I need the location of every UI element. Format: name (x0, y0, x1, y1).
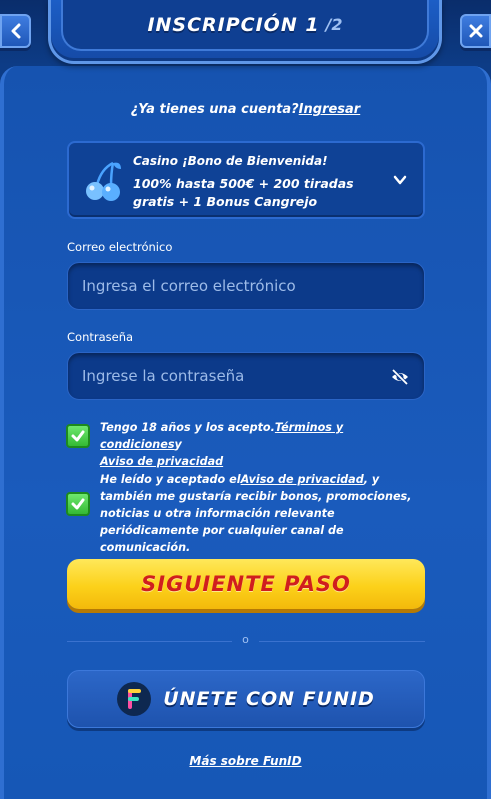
terms-privacy-link[interactable]: Aviso de privacidad (100, 455, 223, 468)
chevron-left-icon (11, 23, 20, 39)
password-label: Contraseña (67, 330, 134, 344)
login-prompt: ¿Ya tienes una cuenta?Ingresar (0, 102, 491, 117)
next-step-label: Siguiente paso (141, 572, 351, 596)
email-field-container (67, 262, 425, 310)
eye-off-icon[interactable] (390, 367, 410, 387)
funid-label: Únete con FunID (163, 688, 375, 710)
step-indicator: /2 (325, 15, 343, 34)
login-prompt-text: ¿Ya tienes una cuenta? (130, 102, 299, 117)
close-button[interactable] (460, 14, 491, 48)
title-plate: Inscripción 1 /2 (48, 0, 442, 64)
password-field[interactable] (82, 367, 372, 385)
terms-checkbox[interactable] (66, 424, 90, 448)
divider-label: o (242, 633, 249, 646)
marketing-text: He leído y aceptado elAviso de privacida… (100, 473, 412, 554)
checkmark-icon (71, 430, 85, 442)
bonus-selector[interactable]: Casino ¡Bono de Bienvenida! 100% hasta 5… (67, 141, 425, 219)
terms-text: Tengo 18 años y los acepto.Términos y co… (100, 421, 344, 468)
more-funid-link[interactable]: Más sobre FunID (0, 754, 491, 768)
funid-logo-icon (117, 682, 152, 716)
bonus-description: 100% hasta 500€ + 200 tiradas gratis + 1… (133, 176, 354, 209)
bonus-title: Casino ¡Bono de Bienvenida! (133, 154, 328, 168)
page-title: Inscripción 1 (147, 13, 320, 36)
chevron-down-icon (393, 175, 407, 185)
divider-right (259, 641, 425, 642)
marketing-privacy-link[interactable]: Aviso de privacidad (241, 473, 364, 486)
cherry-icon (86, 161, 121, 201)
email-field[interactable] (82, 277, 372, 295)
close-icon (469, 24, 482, 38)
back-button[interactable] (0, 14, 31, 48)
next-step-button[interactable]: Siguiente paso (67, 559, 425, 609)
password-field-container (67, 352, 425, 400)
funid-button[interactable]: Únete con FunID (67, 670, 425, 728)
email-label: Correo electrónico (67, 240, 173, 254)
marketing-checkbox[interactable] (66, 492, 90, 516)
marketing-row: He leído y aceptado elAviso de privacida… (66, 471, 426, 554)
login-link[interactable]: Ingresar (299, 102, 361, 117)
terms-row: Tengo 18 años y los acepto.Términos y co… (66, 419, 426, 468)
checkmark-icon (71, 498, 85, 510)
